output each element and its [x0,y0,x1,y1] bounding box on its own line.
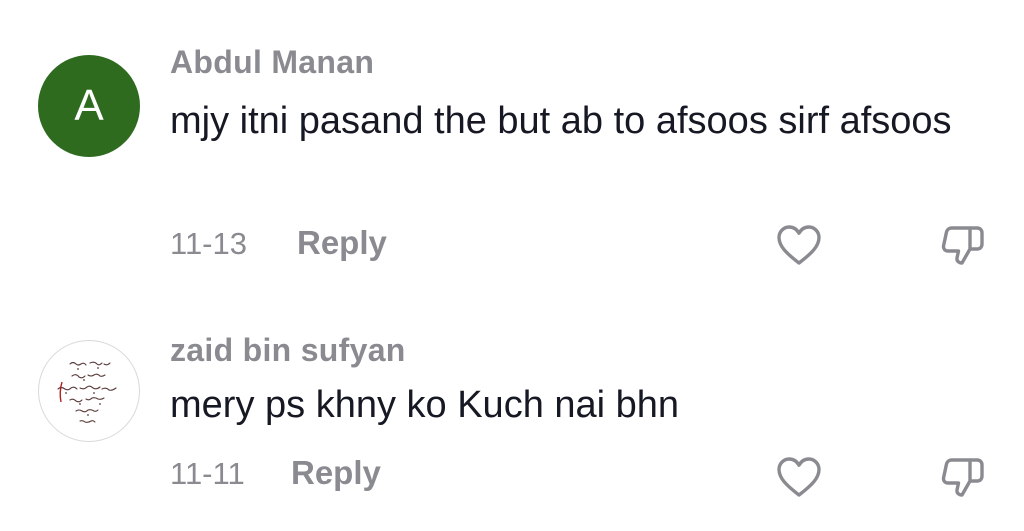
urdu-calligraphy-image [57,361,117,423]
reply-button[interactable]: Reply [297,224,387,262]
heart-outline-icon [777,457,821,497]
like-button[interactable] [774,220,824,270]
avatar[interactable] [38,340,140,442]
heart-outline-icon [777,225,821,265]
comment-date: 11-11 [170,456,245,491]
like-button[interactable] [774,452,824,502]
comment-item: A Abdul Manan mjy itni pasand the but ab… [0,0,1024,290]
comment-item: zaid bin sufyan mery ps khny ko Kuch nai… [0,290,1024,531]
comment-text: mjy itni pasand the but ab to afsoos sir… [170,100,952,142]
avatar-letter: A [74,81,104,130]
username[interactable]: Abdul Manan [170,44,374,81]
thumbs-down-icon [941,226,984,265]
username[interactable]: zaid bin sufyan [170,332,406,369]
reply-button[interactable]: Reply [291,454,381,492]
thumbs-down-icon [941,458,984,497]
dislike-button[interactable] [938,220,988,270]
dislike-button[interactable] [938,452,988,502]
avatar[interactable]: A [38,55,140,157]
comment-date: 11-13 [170,226,247,261]
comment-text: mery ps khny ko Kuch nai bhn [170,384,680,426]
